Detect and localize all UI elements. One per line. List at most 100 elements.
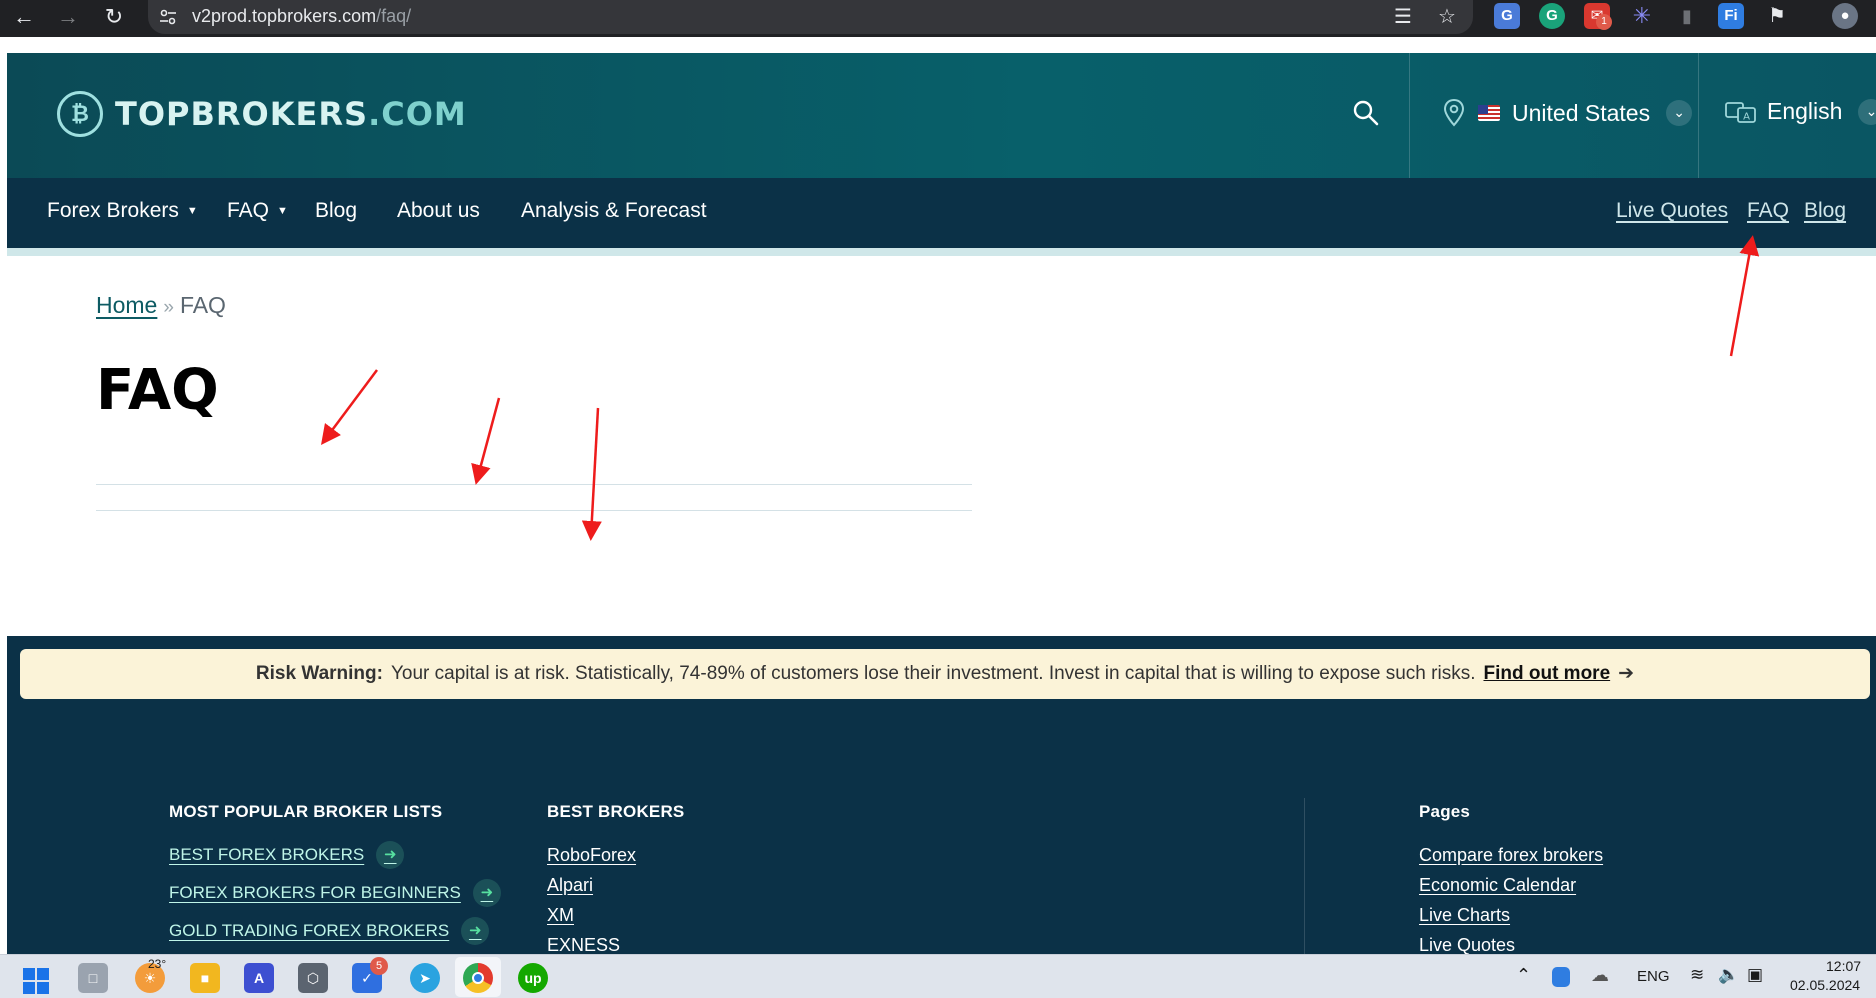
pages-link[interactable]: Live Charts: [1419, 905, 1510, 926]
show-hidden-icons-icon[interactable]: ⌃: [1516, 965, 1531, 986]
task-view-icon[interactable]: □: [78, 963, 108, 993]
breadcrumb-home-link[interactable]: Home: [96, 292, 157, 318]
faq-divider: [96, 510, 972, 511]
grammarly-extension-icon[interactable]: G: [1539, 3, 1565, 29]
pages-link[interactable]: Compare forex brokers: [1419, 845, 1603, 866]
app-icon[interactable]: ⬡: [298, 963, 328, 993]
breadcrumb-separator: »: [163, 297, 174, 318]
site-info-icon[interactable]: [158, 7, 178, 27]
language-label: English: [1767, 98, 1843, 124]
nav-item-blog[interactable]: Blog: [315, 199, 357, 223]
app-icon[interactable]: A: [244, 963, 274, 993]
google-translate-extension-icon[interactable]: G: [1494, 3, 1520, 29]
page-title: FAQ: [96, 358, 219, 423]
logo-text: TOPBROKERS.COM: [115, 95, 467, 133]
arrow-right-icon: ➔: [1618, 663, 1635, 684]
profile-avatar[interactable]: ●: [1832, 3, 1858, 29]
best-broker-link[interactable]: XM: [547, 905, 574, 926]
url-path: /faq/: [376, 6, 412, 26]
nav-item-label: Forex Brokers: [47, 199, 179, 222]
logo-text-domain: .COM: [368, 95, 467, 133]
windows-taskbar: □ ☀ 23° ■ A ⬡ ✓ 5 ➤ up ⌃ ☁ ENG ≋ 🔈 ▣ 12:…: [0, 954, 1876, 998]
url-text[interactable]: v2prod.topbrokers.com/faq/: [192, 6, 411, 27]
nav-item-label: About us: [397, 199, 480, 222]
sparkle-extension-icon[interactable]: ✳: [1629, 3, 1655, 29]
risk-warning-banner: Risk Warning: Your capital is at risk. St…: [20, 649, 1870, 699]
annotation-arrow: [321, 369, 379, 446]
forward-icon[interactable]: →: [48, 2, 88, 32]
telegram-icon[interactable]: ➤: [410, 963, 440, 993]
site-footer: Risk Warning: Your capital is at risk. St…: [7, 636, 1876, 958]
clock-date[interactable]: 02.05.2024: [1790, 977, 1860, 993]
breadcrumb: Home » FAQ: [96, 292, 226, 319]
reload-icon[interactable]: ↻: [94, 2, 134, 32]
faq-divider: [96, 484, 972, 485]
best-broker-link[interactable]: EXNESS: [547, 935, 620, 956]
onedrive-icon[interactable]: ☁: [1591, 965, 1609, 986]
risk-warning-text: Your capital is at risk. Statistically, …: [390, 663, 1476, 684]
best-broker-link[interactable]: Alpari: [547, 875, 593, 896]
tray-app-icon[interactable]: [1552, 967, 1570, 987]
pages-link[interactable]: Live Quotes: [1419, 935, 1515, 956]
search-icon[interactable]: [1351, 98, 1381, 128]
nav-item-forex-brokers[interactable]: Forex Brokers ▼: [47, 199, 198, 223]
arrow-right-icon: ➜: [472, 879, 501, 907]
input-language[interactable]: ENG: [1637, 968, 1670, 985]
best-brokers-title: BEST BROKERS: [547, 802, 685, 821]
url-host: v2prod.topbrokers.com: [192, 6, 377, 26]
language-selector[interactable]: A English ⌄: [1725, 98, 1876, 125]
popular-list-link[interactable]: FOREX BROKERS FOR BEGINNERS ➜: [169, 879, 501, 907]
annotation-arrow: [1729, 235, 1760, 357]
back-icon[interactable]: ←: [4, 2, 44, 32]
nav-item-label: FAQ: [227, 199, 270, 222]
fi-extension-icon[interactable]: Fi: [1718, 3, 1744, 29]
nav-item-label: Blog: [315, 199, 358, 222]
chrome-separator: [0, 37, 1876, 43]
caret-down-icon: ▼: [186, 205, 198, 218]
address-bar[interactable]: v2prod.topbrokers.com/faq/ ☰ ☆: [148, 0, 1473, 34]
chevron-down-icon: ⌄: [1666, 100, 1693, 126]
chrome-icon[interactable]: [463, 963, 493, 993]
popular-lists-title: MOST POPULAR BROKER LISTS: [169, 802, 443, 821]
upwork-icon[interactable]: up: [518, 963, 548, 993]
country-selector[interactable]: United States ⌄: [1442, 98, 1693, 128]
wifi-icon[interactable]: ≋: [1690, 965, 1704, 985]
windows-start-icon[interactable]: [22, 967, 50, 995]
volume-icon[interactable]: 🔈: [1718, 965, 1739, 985]
popular-list-link[interactable]: GOLD TRADING FOREX BROKERS ➜: [169, 917, 490, 945]
find-out-more-link[interactable]: Find out more: [1483, 663, 1610, 684]
nav-link-blog[interactable]: Blog: [1804, 199, 1846, 223]
pages-link[interactable]: Economic Calendar: [1419, 875, 1576, 896]
popular-list-label: GOLD TRADING FOREX BROKERS: [169, 921, 450, 940]
location-pin-icon: [1443, 98, 1465, 127]
nav-item-analysis-forecast[interactable]: Analysis & Forecast: [521, 199, 707, 223]
nav-item-faq[interactable]: FAQ ▼: [227, 199, 288, 223]
annotation-arrow: [581, 407, 602, 541]
translate-page-icon[interactable]: ☰: [1391, 5, 1415, 29]
header-divider: [1698, 53, 1699, 178]
file-explorer-icon[interactable]: ■: [190, 963, 220, 993]
chat-extension-icon[interactable]: ▮: [1674, 3, 1700, 29]
nav-link-faq[interactable]: FAQ: [1747, 199, 1789, 223]
nav-link-live-quotes[interactable]: Live Quotes: [1616, 199, 1728, 223]
header-divider: [1409, 53, 1410, 178]
extensions-puzzle-icon[interactable]: ⚑: [1764, 3, 1790, 29]
nav-item-about-us[interactable]: About us: [397, 199, 480, 223]
site-logo[interactable]: ₿ TOPBROKERS.COM: [57, 91, 467, 137]
mail-badge: 1: [1596, 14, 1612, 30]
logo-text-main: TOPBROKERS: [115, 95, 369, 133]
footer-divider: [1304, 798, 1305, 958]
risk-warning-label: Risk Warning:: [255, 663, 383, 684]
country-label: United States: [1512, 99, 1651, 126]
weather-temperature: 23°: [148, 957, 167, 971]
battery-icon[interactable]: ▣: [1747, 965, 1763, 985]
clock-time[interactable]: 12:07: [1826, 958, 1861, 974]
bookmark-star-icon[interactable]: ☆: [1435, 5, 1459, 29]
arrow-right-icon: ➜: [376, 841, 405, 869]
translate-icon: A: [1725, 101, 1756, 123]
breadcrumb-current: FAQ: [179, 292, 226, 318]
chevron-down-icon: ⌄: [1858, 98, 1876, 125]
popular-list-link[interactable]: BEST FOREX BROKERS ➜: [169, 841, 405, 869]
main-navigation: Forex Brokers ▼ FAQ ▼ Blog About us Analys…: [7, 178, 1876, 248]
best-broker-link[interactable]: RoboForex: [547, 845, 636, 866]
